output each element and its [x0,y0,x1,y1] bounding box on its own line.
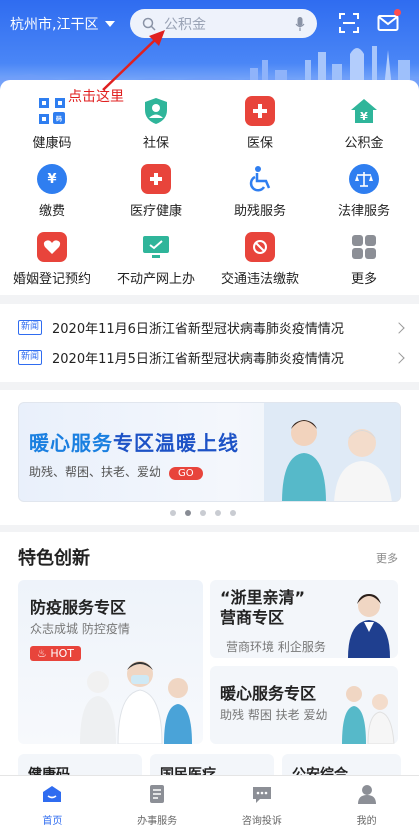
news-headline: 2020年11月5日浙江省新型冠状病毒肺炎疫情情况 [52,352,344,367]
banner-subtitle: 助残、帮困、扶老、爱幼 [29,465,162,479]
medical-kit-icon [245,96,275,126]
service-label: 医疗健康 [129,204,182,219]
banner-title: 暖心服务专区温暖上线 [29,427,239,456]
service-label: 健康码 [32,136,72,151]
news-ticker: 新闻 2020年11月6日浙江省新型冠状病毒肺炎疫情情况 新闻 2020年11月… [0,304,419,382]
service-label: 缴费 [38,204,65,219]
service-label: 公积金 [344,136,384,151]
news-item[interactable]: 新闻 2020年11月6日浙江省新型冠状病毒肺炎疫情情况 [18,318,405,337]
svg-text:码: 码 [56,115,62,123]
service-label: 医保 [246,136,273,151]
service-agent-illustration [348,594,390,658]
promo-carousel: 暖心服务专区温暖上线 助残、帮困、扶老、爱幼 GO [0,390,419,525]
service-label: 更多 [350,272,377,287]
tab-home[interactable]: 首页 [0,776,105,829]
scales-icon [349,164,379,194]
dropdown-triangle-icon [105,21,116,27]
banner-subtitle-row: 助残、帮困、扶老、爱幼 GO [29,463,203,480]
carousel-dot-active[interactable] [185,510,191,516]
more-link[interactable]: 更多 [376,550,398,566]
bottom-tab-bar: 首页 办事服务 咨询投诉 我的 [0,775,419,829]
service-label: 社保 [142,136,169,151]
tab-profile[interactable]: 我的 [314,776,419,829]
news-tag: 新闻 [18,350,43,365]
warm-service-tile[interactable]: 暖心服务专区 助残 帮困 扶老 爱幼 [210,666,398,744]
service-real-estate[interactable]: 不动产网上办 [104,232,208,287]
service-label: 法律服务 [337,204,390,219]
header: 杭州市,江干区 公积金 [0,0,419,90]
banner-title-rest: 专区温暖上线 [113,431,239,455]
location-label: 杭州市,江干区 [10,17,99,33]
first-aid-icon [141,164,171,194]
promo-banner[interactable]: 暖心服务专区温暖上线 助残、帮困、扶老、爱幼 GO [18,402,401,502]
service-payment[interactable]: ¥ 缴费 [0,164,104,219]
app-page: 杭州市,江干区 公积金 码 健康码 社保 医保 ¥ 公积金 ¥ 缴费 医疗健康 … [0,0,419,829]
tab-label: 咨询投诉 [241,816,282,827]
wheelchair-icon [245,164,275,194]
qr-health-code-icon: 码 [37,96,67,126]
service-grid: 码 健康码 社保 医保 ¥ 公积金 ¥ 缴费 医疗健康 助残服务 法律服务 婚姻… [0,80,419,295]
tile-subtitle: 众志成城 防控疫情 [30,622,130,636]
service-marriage-booking[interactable]: 婚姻登记预约 [0,232,104,287]
banner-title-highlight: 暖心服务 [29,431,113,455]
tile-subtitle: 助残 帮困 扶老 爱幼 [220,708,328,722]
microphone-icon[interactable] [295,16,305,32]
carousel-dot[interactable] [215,510,221,516]
tile-title: “浙里亲清” 营商专区 [220,588,306,627]
service-healthcare[interactable]: 医疗健康 [104,164,208,219]
service-legal[interactable]: 法律服务 [312,164,416,219]
home-icon [43,786,62,802]
chevron-right-icon [393,321,405,334]
section-title: 特色创新 [18,548,90,569]
service-label: 不动产网上办 [116,272,195,287]
caregiver-illustration [264,403,400,501]
service-label: 交通违法缴款 [220,272,299,287]
user-icon [357,785,376,804]
banner-go-button[interactable]: GO [169,467,203,480]
annotation-text: 点击这里 [68,89,124,105]
news-tag: 新闻 [18,320,43,335]
chevron-right-icon [393,351,405,364]
service-label: 助残服务 [233,204,286,219]
service-more[interactable]: 更多 [312,232,416,287]
service-housing-fund[interactable]: ¥ 公积金 [312,96,416,151]
tab-label: 首页 [42,816,63,827]
tab-services[interactable]: 办事服务 [105,776,210,829]
featured-section: 特色创新 更多 防疫服务专区 众志成城 防控疫情 ♨ HOT “浙里亲清” 营商… [0,532,419,784]
caregiver-elder-illustration [342,686,395,744]
tile-title: 防疫服务专区 [30,598,127,617]
house-yen-icon: ¥ [349,96,379,126]
carousel-dot[interactable] [230,510,236,516]
unread-dot [394,9,401,16]
tab-consult[interactable]: 咨询投诉 [210,776,315,829]
flame-icon: ♨ [37,647,47,660]
service-medical-insurance[interactable]: 医保 [208,96,312,151]
epidemic-service-tile[interactable]: 防疫服务专区 众志成城 防控疫情 ♨ HOT [18,580,203,744]
chat-bubble-icon [252,787,271,803]
news-item[interactable]: 新闻 2020年11月5日浙江省新型冠状病毒肺炎疫情情况 [18,348,405,367]
business-service-tile[interactable]: “浙里亲清” 营商专区 营商环境 利企服务 [210,580,398,658]
svg-text:¥: ¥ [360,110,368,123]
news-headline: 2020年11月6日浙江省新型冠状病毒肺炎疫情情况 [52,322,344,337]
service-label: 婚姻登记预约 [12,272,91,287]
tab-label: 我的 [356,816,377,827]
traffic-fine-icon [245,232,275,262]
monitor-icon [141,232,171,262]
yen-coin-icon: ¥ [37,164,67,194]
carousel-dot[interactable] [200,510,206,516]
service-traffic-fine[interactable]: 交通违法缴款 [208,232,312,287]
grid-more-icon [349,232,379,262]
document-icon [150,785,165,803]
carousel-dot[interactable] [170,510,176,516]
tile-subtitle: 营商环境 利企服务 [226,640,326,654]
scan-icon[interactable] [338,12,360,34]
search-placeholder: 公积金 [164,16,206,33]
shield-check-icon [141,96,171,126]
carousel-indicator [170,510,236,516]
heart-calendar-icon [37,232,67,262]
tab-label: 办事服务 [137,816,178,827]
medical-staff-illustration [80,661,192,744]
tile-title: 暖心服务专区 [220,684,317,703]
service-disability-aid[interactable]: 助残服务 [208,164,312,219]
